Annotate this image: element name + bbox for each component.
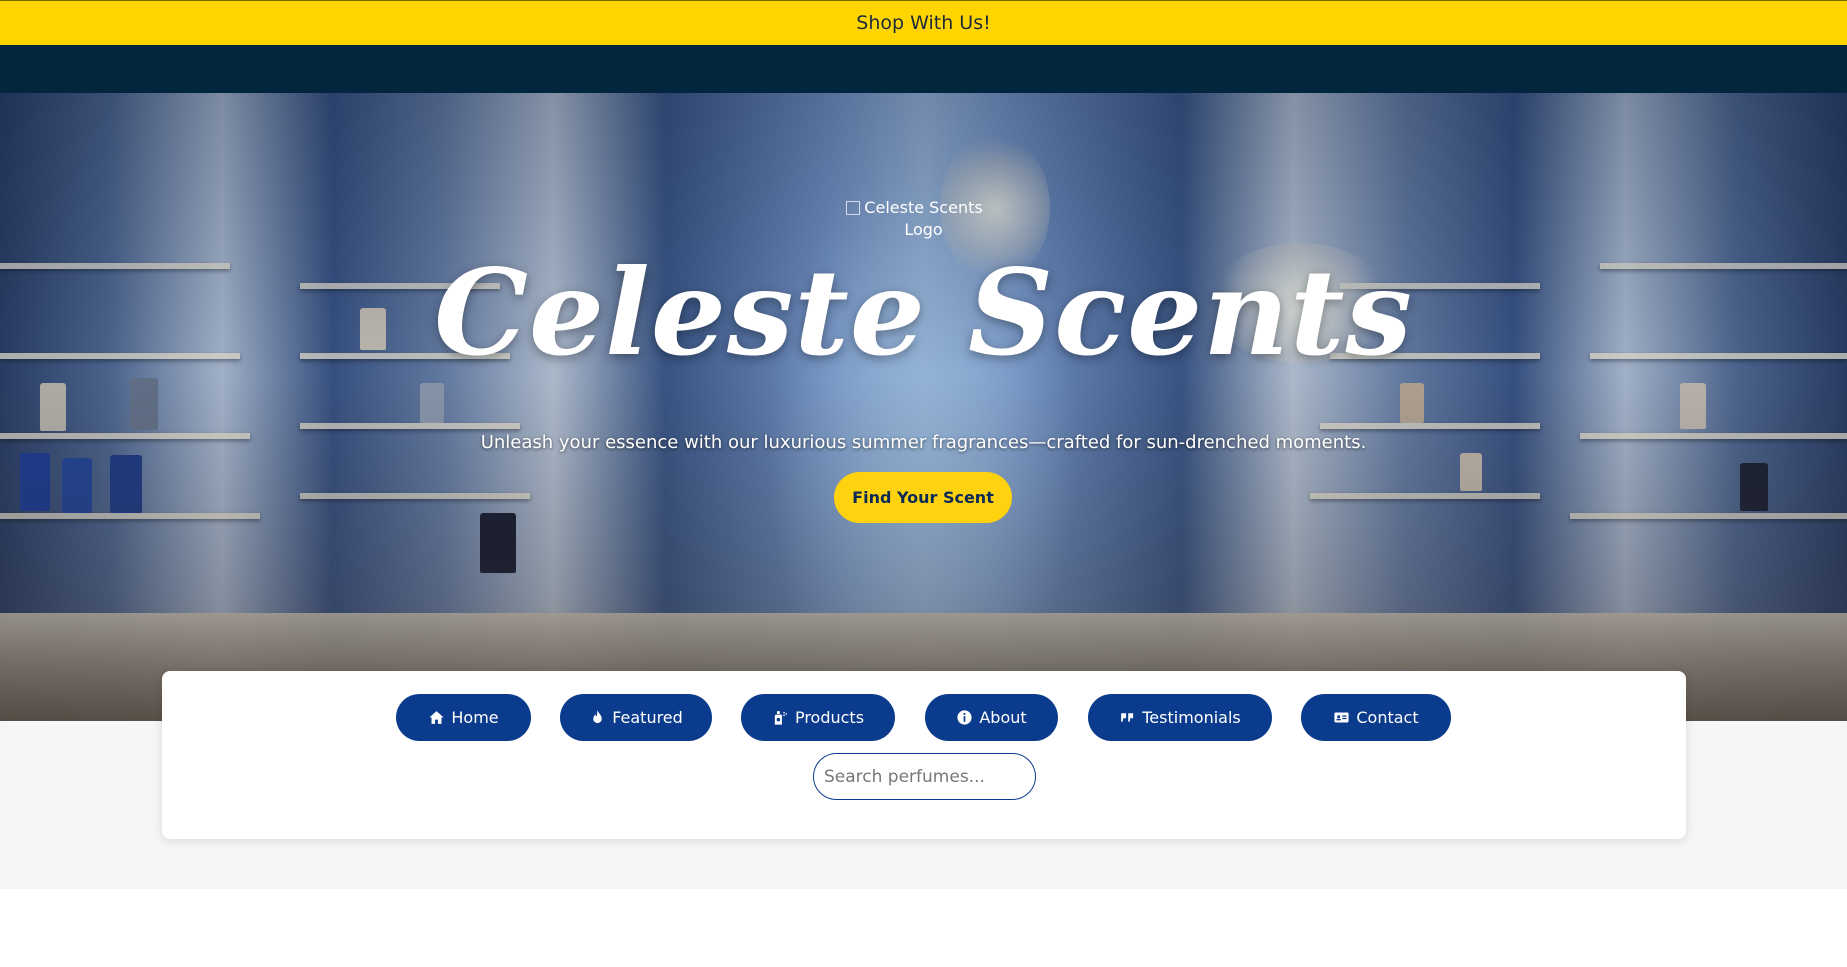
- main-navigation-card: Home Featured Products About Testimonial…: [162, 671, 1686, 839]
- nav-testimonials-button[interactable]: Testimonials: [1088, 694, 1272, 741]
- quote-icon: [1121, 713, 1134, 722]
- nav-featured-button[interactable]: Featured: [560, 694, 712, 741]
- hero-section: Celeste Scents Logo Celeste Scents Unlea…: [0, 93, 1847, 721]
- hero-title: Celeste Scents: [434, 243, 1413, 382]
- announcement-text: Shop With Us!: [856, 12, 991, 34]
- home-icon: [429, 711, 444, 724]
- id-card-icon: [1334, 712, 1349, 723]
- nav-products-button[interactable]: Products: [741, 694, 895, 741]
- announcement-bar: Shop With Us!: [0, 0, 1847, 45]
- info-icon: [957, 710, 972, 725]
- logo-alt-text: Celeste Scents Logo: [864, 198, 983, 239]
- fire-icon: [593, 710, 602, 724]
- hero-tagline: Unleash your essence with our luxurious …: [480, 432, 1367, 453]
- find-your-scent-button[interactable]: Find Your Scent: [834, 472, 1012, 523]
- nav-featured-label: Featured: [612, 708, 683, 727]
- hero-overlay: [0, 93, 1847, 721]
- site-logo[interactable]: Celeste Scents Logo: [846, 197, 1001, 241]
- nav-contact-label: Contact: [1356, 708, 1419, 727]
- search-input[interactable]: [813, 753, 1036, 800]
- nav-home-button[interactable]: Home: [396, 694, 531, 741]
- nav-contact-button[interactable]: Contact: [1301, 694, 1451, 741]
- nav-home-label: Home: [451, 708, 499, 727]
- nav-testimonials-label: Testimonials: [1142, 708, 1241, 727]
- spray-bottle-icon: [774, 711, 787, 725]
- nav-about-label: About: [979, 708, 1027, 727]
- broken-image-icon: [846, 201, 860, 215]
- top-navbar: [0, 45, 1847, 93]
- nav-products-label: Products: [794, 708, 865, 727]
- nav-about-button[interactable]: About: [925, 694, 1058, 741]
